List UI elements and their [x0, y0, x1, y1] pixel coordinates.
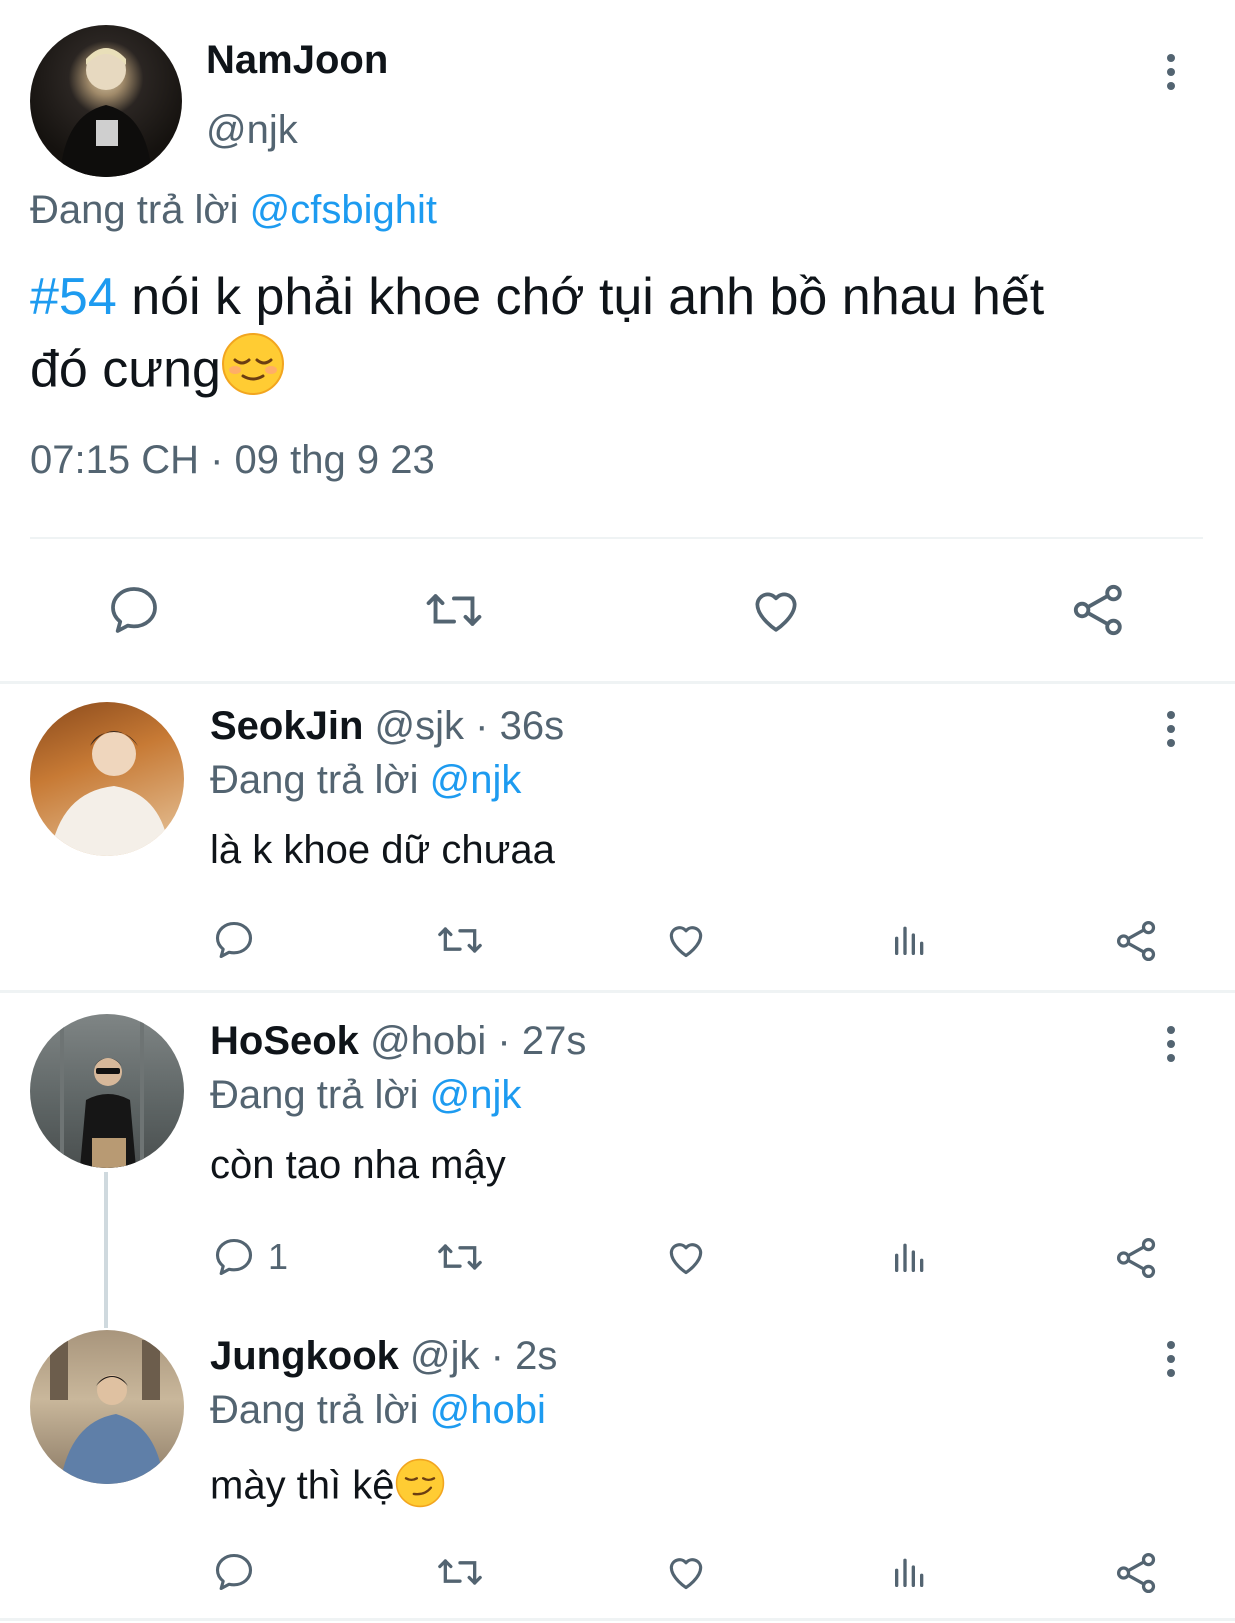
- thread-line: [104, 1172, 108, 1328]
- reply-time: · 2s: [490, 1334, 558, 1378]
- like-icon[interactable]: [663, 1550, 709, 1594]
- tweet-timestamp: 07:15 CH · 09 thg 9 23: [30, 438, 435, 482]
- avatar[interactable]: [30, 702, 184, 856]
- views-icon[interactable]: [890, 920, 930, 960]
- author-name[interactable]: Jungkook: [210, 1334, 399, 1378]
- reply-icon[interactable]: [106, 582, 162, 638]
- reply-count: 1: [268, 1236, 289, 1277]
- reply-header: Jungkook @jk · 2s: [210, 1334, 557, 1379]
- replying-to-link[interactable]: @hobi: [430, 1388, 546, 1432]
- retweet-icon[interactable]: [424, 582, 484, 638]
- avatar[interactable]: [30, 1330, 184, 1484]
- like-icon[interactable]: [663, 1235, 709, 1279]
- replying-to-line: Đang trả lời @njk: [210, 1073, 521, 1118]
- reply-icon[interactable]: [212, 918, 256, 962]
- reply-time: · 36s: [475, 704, 565, 748]
- avatar[interactable]: [30, 1014, 184, 1168]
- replying-to-link[interactable]: @cfsbighit: [250, 188, 437, 232]
- more-options-icon[interactable]: [1151, 1339, 1191, 1379]
- retweet-icon[interactable]: [435, 1550, 485, 1594]
- author-handle[interactable]: @sjk: [375, 704, 465, 748]
- reply-header: HoSeok @hobi · 27s: [210, 1019, 586, 1064]
- more-options-icon[interactable]: [1151, 52, 1191, 92]
- more-options-icon[interactable]: [1151, 709, 1191, 749]
- author-name[interactable]: HoSeok: [210, 1019, 359, 1063]
- reply-icon[interactable]: [212, 1550, 256, 1594]
- retweet-icon[interactable]: [435, 1235, 485, 1279]
- more-options-icon[interactable]: [1151, 1024, 1191, 1064]
- reply-text: còn tao nha mậy: [210, 1143, 506, 1187]
- tweet-text-line2: đó cưng: [30, 340, 221, 399]
- replying-to-link[interactable]: @njk: [430, 1073, 522, 1117]
- relieved-face-emoji: [221, 332, 285, 414]
- like-icon[interactable]: [747, 582, 805, 638]
- retweet-icon[interactable]: [435, 918, 485, 962]
- replying-to-line: Đang trả lời @hobi: [210, 1388, 546, 1433]
- reply-time: · 27s: [497, 1019, 587, 1063]
- smirking-face-emoji: [395, 1458, 445, 1518]
- author-handle[interactable]: @njk: [206, 108, 298, 153]
- avatar[interactable]: [30, 25, 182, 177]
- replying-prefix: Đang trả lời: [210, 758, 419, 802]
- tweet-text: #54 nói k phải khoe chớ tụi anh bồ nhau …: [30, 262, 1210, 414]
- reply-text: mày thì kệ: [210, 1463, 395, 1508]
- replying-prefix: Đang trả lời: [210, 1388, 419, 1432]
- tweet-text-line1: nói k phải khoe chớ tụi anh bồ nhau hết: [131, 268, 1045, 326]
- reply-text: là k khoe dữ chưaa: [210, 828, 555, 872]
- share-icon[interactable]: [1114, 1550, 1160, 1596]
- author-handle[interactable]: @jk: [410, 1334, 480, 1378]
- author-handle[interactable]: @hobi: [370, 1019, 486, 1063]
- tweet-divider: [0, 681, 1235, 684]
- reply-text-line: mày thì kệ: [210, 1458, 445, 1518]
- tweet-divider: [0, 1618, 1235, 1621]
- views-icon[interactable]: [890, 1552, 930, 1592]
- section-divider: [30, 537, 1203, 539]
- replying-prefix: Đang trả lời: [30, 188, 239, 232]
- hashtag-link[interactable]: #54: [30, 268, 117, 326]
- replying-to-link[interactable]: @njk: [430, 758, 522, 802]
- reply-header: SeokJin @sjk · 36s: [210, 704, 564, 749]
- replying-to-line: Đang trả lời @njk: [210, 758, 521, 803]
- tweet-divider: [0, 990, 1235, 993]
- replying-to-line: Đang trả lời @cfsbighit: [30, 188, 437, 233]
- author-name[interactable]: SeokJin: [210, 704, 363, 748]
- reply-icon[interactable]: [212, 1235, 256, 1279]
- replying-prefix: Đang trả lời: [210, 1073, 419, 1117]
- views-icon[interactable]: [890, 1237, 930, 1277]
- share-icon[interactable]: [1114, 918, 1160, 964]
- like-icon[interactable]: [663, 918, 709, 962]
- share-icon[interactable]: [1070, 580, 1128, 640]
- author-name[interactable]: NamJoon: [206, 38, 388, 83]
- share-icon[interactable]: [1114, 1235, 1160, 1281]
